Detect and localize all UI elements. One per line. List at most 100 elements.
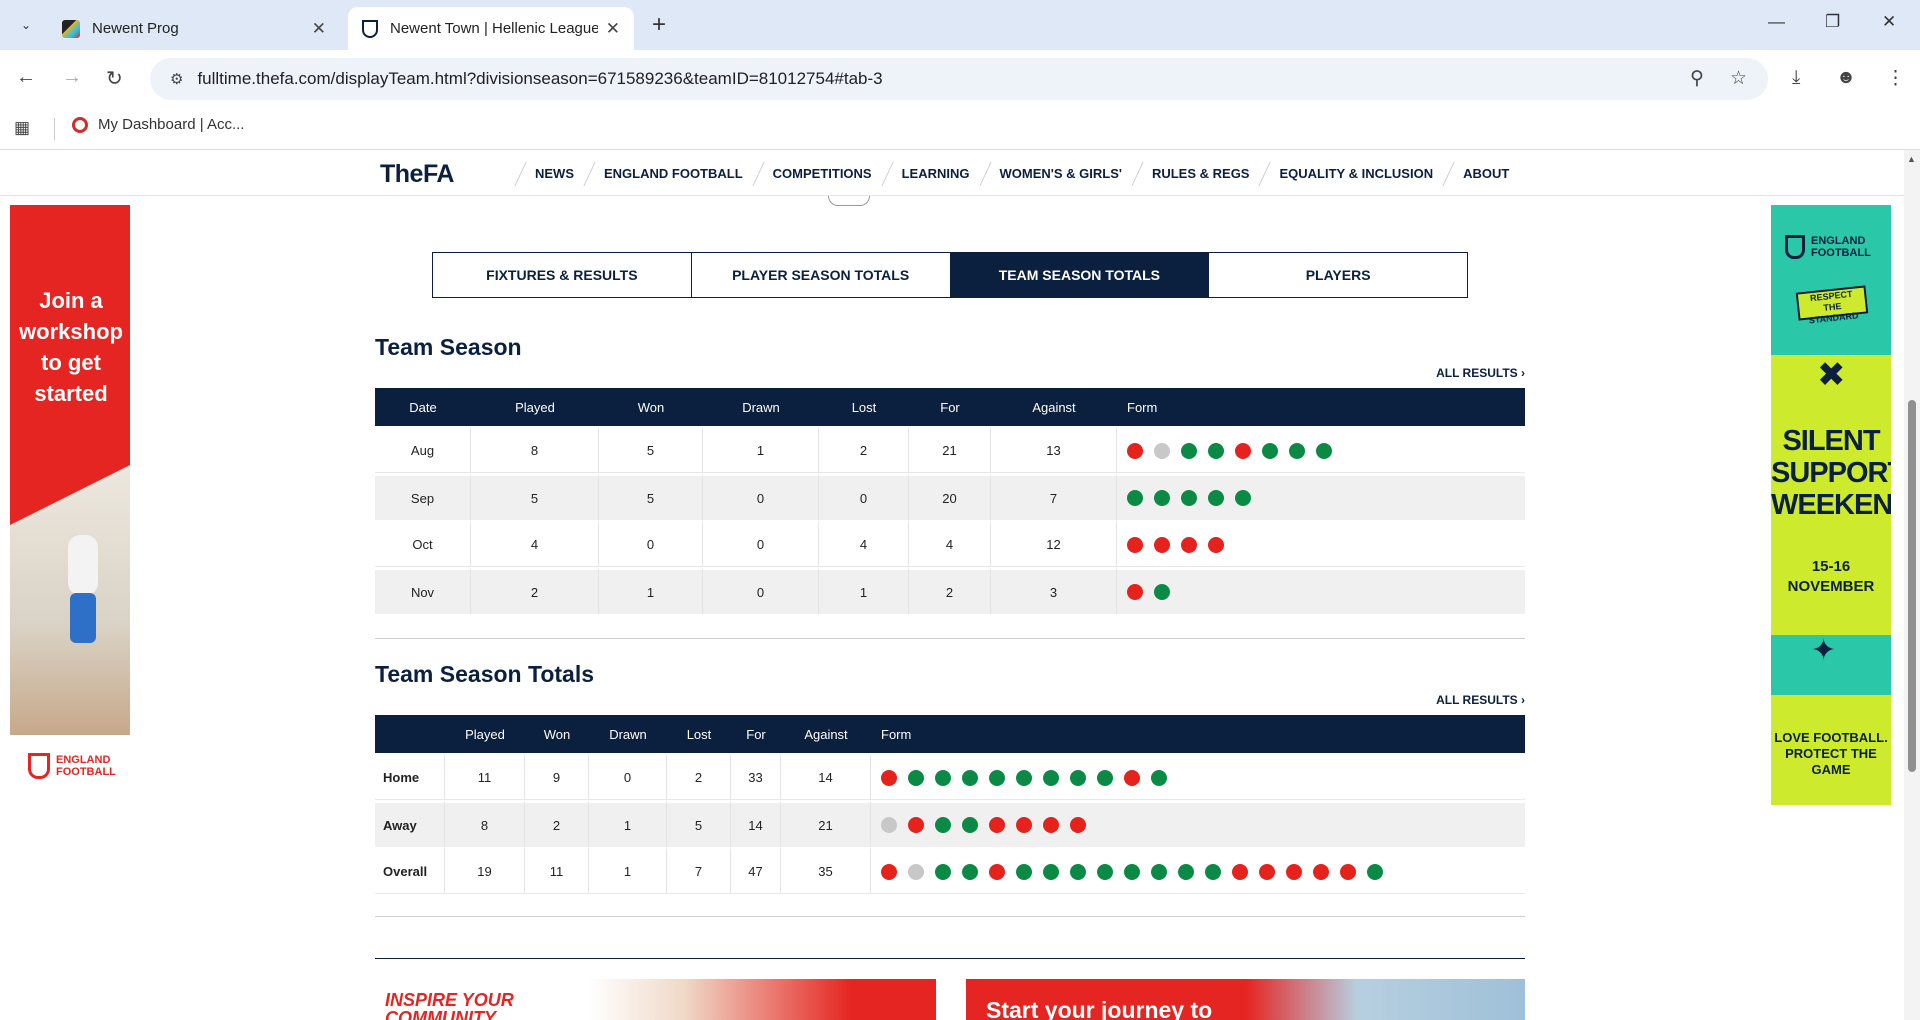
form-draw-dot[interactable] bbox=[881, 817, 897, 834]
form-win-dot[interactable] bbox=[1181, 442, 1197, 459]
form-win-dot[interactable] bbox=[935, 863, 951, 880]
form-win-dot[interactable] bbox=[962, 863, 978, 880]
form-loss-dot[interactable] bbox=[1340, 863, 1356, 880]
minimize-icon[interactable]: — bbox=[1768, 12, 1785, 32]
tab-search-chevron-icon[interactable]: ⌄ bbox=[13, 12, 39, 38]
form-win-dot[interactable] bbox=[1154, 490, 1170, 507]
all-results-link[interactable]: ALL RESULTS › bbox=[1436, 366, 1525, 380]
form-win-dot[interactable] bbox=[935, 817, 951, 834]
form-loss-dot[interactable] bbox=[1313, 863, 1329, 880]
form-loss-dot[interactable] bbox=[1070, 817, 1086, 834]
nav-learning[interactable]: LEARNING bbox=[887, 150, 985, 196]
form-win-dot[interactable] bbox=[1043, 863, 1059, 880]
promo-start-journey[interactable]: Start your journey to bbox=[966, 979, 1525, 1020]
form-win-dot[interactable] bbox=[1070, 769, 1086, 786]
form-win-dot[interactable] bbox=[1016, 863, 1032, 880]
form-loss-dot[interactable] bbox=[1181, 536, 1197, 553]
scroll-thumb[interactable] bbox=[1908, 400, 1916, 772]
apps-grid-icon[interactable]: ▦ bbox=[14, 118, 30, 138]
nav-about[interactable]: ABOUT bbox=[1448, 150, 1524, 196]
close-tab-icon[interactable]: ✕ bbox=[606, 19, 620, 39]
form-win-dot[interactable] bbox=[1181, 490, 1197, 507]
form-loss-dot[interactable] bbox=[1127, 536, 1143, 553]
form-loss-dot[interactable] bbox=[908, 817, 924, 834]
tab-fixtures-results[interactable]: FIXTURES & RESULTS bbox=[433, 253, 692, 297]
browser-tab-newent-prog[interactable]: Newent Prog ✕ bbox=[48, 7, 340, 50]
form-win-dot[interactable] bbox=[1016, 769, 1032, 786]
form-win-dot[interactable] bbox=[935, 769, 951, 786]
form-loss-dot[interactable] bbox=[1016, 817, 1032, 834]
zoom-icon[interactable]: ⚲ bbox=[1690, 67, 1704, 90]
form-win-dot[interactable] bbox=[1127, 490, 1143, 507]
back-arrow-icon[interactable]: ← bbox=[16, 66, 36, 89]
form-win-dot[interactable] bbox=[989, 769, 1005, 786]
form-win-dot[interactable] bbox=[1151, 769, 1167, 786]
form-draw-dot[interactable] bbox=[1154, 442, 1170, 459]
nav-england-football[interactable]: ENGLAND FOOTBALL bbox=[589, 150, 758, 196]
form-win-dot[interactable] bbox=[962, 769, 978, 786]
form-loss-dot[interactable] bbox=[1208, 536, 1224, 553]
form-win-dot[interactable] bbox=[1154, 584, 1170, 601]
nav-rules-regs[interactable]: RULES & REGS bbox=[1137, 150, 1265, 196]
form-win-dot[interactable] bbox=[1124, 863, 1140, 880]
address-bar[interactable]: ⚙ fulltime.thefa.com/displayTeam.html?di… bbox=[150, 58, 1768, 100]
page-scrollbar[interactable]: ▲ bbox=[1904, 150, 1920, 1020]
form-win-dot[interactable] bbox=[1097, 769, 1113, 786]
form-win-dot[interactable] bbox=[1262, 442, 1278, 459]
more-menu-icon[interactable]: ⋮ bbox=[1886, 67, 1905, 90]
form-win-dot[interactable] bbox=[1151, 863, 1167, 880]
close-tab-icon[interactable]: ✕ bbox=[312, 19, 326, 39]
form-win-dot[interactable] bbox=[1208, 490, 1224, 507]
form-win-dot[interactable] bbox=[1205, 863, 1221, 880]
bookmark-my-dashboard[interactable]: My Dashboard | Acc... bbox=[72, 116, 244, 133]
form-win-dot[interactable] bbox=[1289, 442, 1305, 459]
tab-players[interactable]: PLAYERS bbox=[1209, 253, 1467, 297]
form-win-dot[interactable] bbox=[1208, 442, 1224, 459]
nav-womens-girls[interactable]: WOMEN'S & GIRLS' bbox=[985, 150, 1137, 196]
form-loss-dot[interactable] bbox=[1124, 769, 1140, 786]
form-loss-dot[interactable] bbox=[1235, 442, 1251, 459]
scroll-up-arrow-icon[interactable]: ▲ bbox=[1907, 154, 1916, 164]
close-window-icon[interactable]: ✕ bbox=[1882, 12, 1896, 32]
form-loss-dot[interactable] bbox=[1127, 584, 1143, 601]
fa-logo[interactable]: TheFA bbox=[380, 160, 454, 189]
form-draw-dot[interactable] bbox=[908, 863, 924, 880]
form-win-dot[interactable] bbox=[1235, 490, 1251, 507]
form-win-dot[interactable] bbox=[1097, 863, 1113, 880]
form-win-dot[interactable] bbox=[1367, 863, 1383, 880]
nav-news[interactable]: NEWS bbox=[520, 150, 589, 196]
form-win-dot[interactable] bbox=[1043, 769, 1059, 786]
form-win-dot[interactable] bbox=[1070, 863, 1086, 880]
form-win-dot[interactable] bbox=[908, 769, 924, 786]
form-win-dot[interactable] bbox=[1178, 863, 1194, 880]
form-loss-dot[interactable] bbox=[1286, 863, 1302, 880]
form-win-dot[interactable] bbox=[962, 817, 978, 834]
tab-team-season-totals[interactable]: TEAM SEASON TOTALS bbox=[950, 253, 1210, 297]
site-info-icon[interactable]: ⚙ bbox=[170, 70, 183, 88]
forward-arrow-icon[interactable]: → bbox=[62, 66, 82, 89]
nav-equality-inclusion[interactable]: EQUALITY & INCLUSION bbox=[1264, 150, 1448, 196]
bookmark-star-icon[interactable]: ☆ bbox=[1730, 67, 1747, 90]
promo-inspire-community[interactable]: INSPIRE YOUR COMMUNITY bbox=[375, 979, 936, 1020]
form-loss-dot[interactable] bbox=[1043, 817, 1059, 834]
form-loss-dot[interactable] bbox=[1232, 863, 1248, 880]
form-win-dot[interactable] bbox=[1316, 442, 1332, 459]
right-advert[interactable]: ENGLAND FOOTBALL RESPECT THE STANDARD ✖ SI… bbox=[1771, 205, 1891, 805]
form-loss-dot[interactable] bbox=[1154, 536, 1170, 553]
all-results-link[interactable]: ALL RESULTS › bbox=[1436, 693, 1525, 707]
form-loss-dot[interactable] bbox=[989, 863, 1005, 880]
new-tab-plus-icon[interactable]: + bbox=[652, 12, 666, 38]
form-loss-dot[interactable] bbox=[1259, 863, 1275, 880]
form-loss-dot[interactable] bbox=[881, 863, 897, 880]
left-advert[interactable]: Join a workshop to get started ENGLAND FO… bbox=[10, 205, 130, 885]
reload-icon[interactable]: ↻ bbox=[106, 66, 123, 91]
tab-player-season-totals[interactable]: PLAYER SEASON TOTALS bbox=[691, 253, 951, 297]
restore-window-icon[interactable]: ❐ bbox=[1825, 12, 1840, 32]
form-loss-dot[interactable] bbox=[989, 817, 1005, 834]
nav-competitions[interactable]: COMPETITIONS bbox=[758, 150, 887, 196]
browser-tab-newent-town[interactable]: Newent Town | Hellenic League ✕ bbox=[348, 7, 634, 50]
url-text[interactable]: fulltime.thefa.com/displayTeam.html?divi… bbox=[197, 69, 882, 89]
form-loss-dot[interactable] bbox=[1127, 442, 1143, 459]
form-loss-dot[interactable] bbox=[881, 769, 897, 786]
profile-avatar-icon[interactable]: ☻ bbox=[1836, 67, 1856, 89]
